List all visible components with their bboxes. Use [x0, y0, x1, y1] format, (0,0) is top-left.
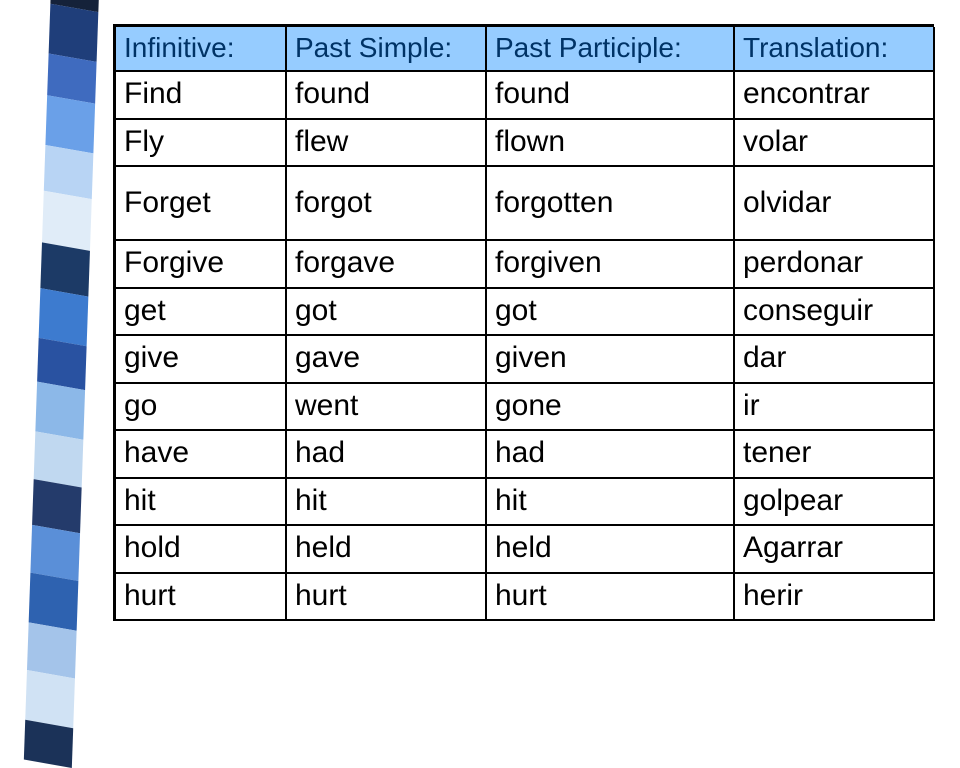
decorative-stripe [24, 720, 73, 768]
cell-translation: olvidar [734, 166, 934, 240]
cell-infinitive: hold [116, 525, 286, 573]
cell-past-simple: got [286, 288, 486, 336]
cell-past-participle: forgotten [486, 166, 734, 240]
cell-past-participle: forgiven [486, 240, 734, 288]
decorative-stripe [30, 525, 80, 581]
cell-translation: dar [734, 335, 934, 383]
cell-past-simple: went [286, 383, 486, 431]
cell-past-participle: given [486, 335, 734, 383]
cell-past-simple: forgot [286, 166, 486, 240]
table-row: havehadhadtener [116, 430, 934, 478]
cell-past-participle: gone [486, 383, 734, 431]
cell-infinitive: Forget [116, 166, 286, 240]
cell-infinitive: hit [116, 478, 286, 526]
cell-translation: golpear [734, 478, 934, 526]
table-row: gowentgoneir [116, 383, 934, 431]
table-row: Forgiveforgaveforgivenperdonar [116, 240, 934, 288]
cell-infinitive: Forgive [116, 240, 286, 288]
cell-past-simple: hit [286, 478, 486, 526]
cell-past-simple: held [286, 525, 486, 573]
cell-translation: conseguir [734, 288, 934, 336]
cell-infinitive: Find [116, 71, 286, 119]
cell-past-simple: forgave [286, 240, 486, 288]
cell-past-simple: found [286, 71, 486, 119]
col-header-past-simple: Past Simple: [286, 27, 486, 71]
irregular-verbs-table: Infinitive: Past Simple: Past Participle… [116, 27, 935, 621]
cell-past-simple: had [286, 430, 486, 478]
cell-past-participle: found [486, 71, 734, 119]
table-header-row: Infinitive: Past Simple: Past Participle… [116, 27, 934, 71]
cell-infinitive: go [116, 383, 286, 431]
decorative-stripe [32, 479, 82, 533]
cell-infinitive: Fly [116, 119, 286, 167]
decorative-stripe-bar [24, 0, 100, 762]
cell-past-simple: hurt [286, 573, 486, 621]
table-row: Flyflewflownvolar [116, 119, 934, 167]
cell-translation: ir [734, 383, 934, 431]
verb-table-container: Infinitive: Past Simple: Past Participle… [113, 24, 934, 621]
cell-translation: encontrar [734, 71, 934, 119]
table-row: givegavegivendar [116, 335, 934, 383]
decorative-stripe [25, 670, 75, 728]
cell-translation: Agarrar [734, 525, 934, 573]
decorative-stripe [49, 4, 99, 62]
cell-past-participle: got [486, 288, 734, 336]
decorative-stripe [27, 622, 77, 678]
slide-surface: Infinitive: Past Simple: Past Participle… [0, 0, 960, 720]
cell-translation: herir [734, 573, 934, 621]
decorative-stripe [40, 242, 90, 296]
table-row: hurthurthurtherir [116, 573, 934, 621]
decorative-stripe [42, 191, 92, 251]
cell-past-participle: hit [486, 478, 734, 526]
table-row: Forgetforgotforgottenolvidar [116, 166, 934, 240]
cell-translation: perdonar [734, 240, 934, 288]
table-row: hithithitgolpear [116, 478, 934, 526]
decorative-stripe [35, 382, 85, 440]
cell-infinitive: have [116, 430, 286, 478]
cell-past-participle: flown [486, 119, 734, 167]
cell-translation: volar [734, 119, 934, 167]
cell-translation: tener [734, 430, 934, 478]
cell-past-participle: held [486, 525, 734, 573]
cell-past-simple: gave [286, 335, 486, 383]
table-row: getgotgotconseguir [116, 288, 934, 336]
table-row: Findfoundfoundencontrar [116, 71, 934, 119]
decorative-stripe [29, 573, 79, 631]
cell-past-participle: hurt [486, 573, 734, 621]
decorative-stripe [34, 431, 84, 487]
cell-infinitive: give [116, 335, 286, 383]
table-row: holdheldheldAgarrar [116, 525, 934, 573]
decorative-stripe [44, 145, 94, 199]
cell-infinitive: hurt [116, 573, 286, 621]
col-header-infinitive: Infinitive: [116, 27, 286, 71]
cell-infinitive: get [116, 288, 286, 336]
decorative-stripe [39, 288, 89, 346]
cell-past-simple: flew [286, 119, 486, 167]
decorative-stripe [45, 95, 95, 153]
cell-past-participle: had [486, 430, 734, 478]
col-header-translation: Translation: [734, 27, 934, 71]
col-header-past-participle: Past Participle: [486, 27, 734, 71]
